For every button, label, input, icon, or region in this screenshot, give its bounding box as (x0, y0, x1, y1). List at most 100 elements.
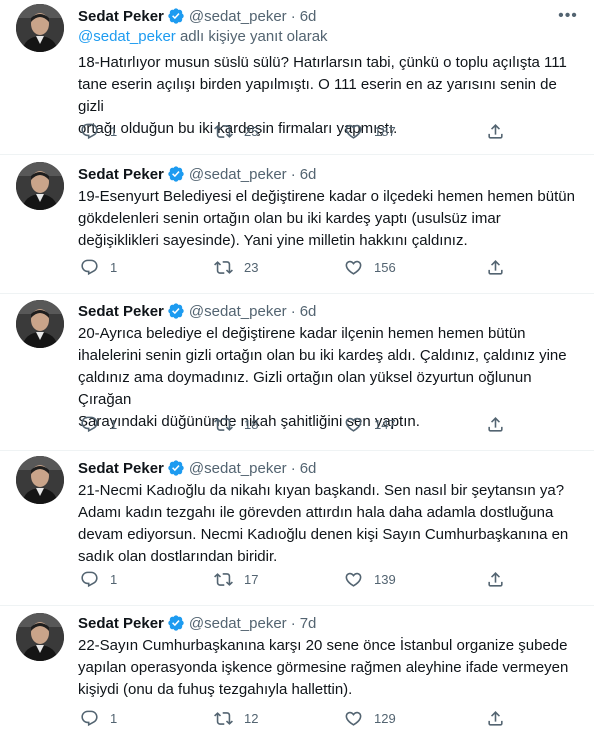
tweet[interactable]: Sedat Peker @sedat_peker · 7d 22-Sayın C… (0, 606, 594, 735)
author-name[interactable]: Sedat Peker (78, 8, 164, 25)
tweet-header: Sedat Peker @sedat_peker · 6d (78, 300, 316, 322)
retweet-button[interactable]: 12 (212, 707, 258, 729)
like-button[interactable]: 139 (342, 568, 396, 590)
reply-button[interactable]: 1 (78, 568, 117, 590)
like-button[interactable]: 156 (342, 256, 396, 278)
separator: · (290, 7, 296, 25)
share-button[interactable] (484, 707, 506, 729)
tweet[interactable]: Sedat Peker @sedat_peker · 6d 19-Esenyur… (0, 155, 594, 294)
retweet-button[interactable]: 23 (212, 256, 258, 278)
heart-icon (342, 256, 364, 278)
separator: · (290, 459, 296, 477)
retweet-count: 12 (244, 710, 259, 726)
author-name[interactable]: Sedat Peker (78, 460, 164, 477)
heart-icon (342, 568, 364, 590)
tweet-actions: 1 25 187 (72, 119, 512, 143)
tweet[interactable]: Sedat Peker @sedat_peker · 6d ••• @sedat… (0, 0, 594, 155)
avatar[interactable] (16, 4, 64, 52)
share-icon (484, 256, 506, 278)
reply-button[interactable]: 1 (78, 120, 117, 142)
reply-count: 1 (110, 416, 118, 432)
tweet[interactable]: Sedat Peker @sedat_peker · 6d 21-Necmi K… (0, 451, 594, 606)
verified-badge-icon (167, 302, 185, 320)
share-icon (484, 413, 506, 435)
avatar[interactable] (16, 300, 64, 348)
author-handle[interactable]: @sedat_peker (189, 303, 287, 320)
verified-badge-icon (167, 614, 185, 632)
tweet-actions: 1 18 147 (72, 412, 512, 436)
avatar[interactable] (16, 613, 64, 661)
author-handle[interactable]: @sedat_peker (189, 166, 287, 183)
avatar[interactable] (16, 162, 64, 210)
reply-count: 1 (110, 123, 118, 139)
author-name[interactable]: Sedat Peker (78, 303, 164, 320)
verified-badge-icon (167, 459, 185, 477)
tweet-actions: 1 12 129 (72, 706, 512, 730)
like-button[interactable]: 147 (342, 413, 396, 435)
tweet[interactable]: Sedat Peker @sedat_peker · 6d 20-Ayrıca … (0, 294, 594, 451)
separator: · (290, 302, 296, 320)
avatar[interactable] (16, 456, 64, 504)
retweet-icon (212, 568, 234, 590)
author-handle[interactable]: @sedat_peker (189, 460, 287, 477)
share-icon (484, 120, 506, 142)
author-handle[interactable]: @sedat_peker (189, 8, 287, 25)
reply-button[interactable]: 1 (78, 707, 117, 729)
retweet-count: 17 (244, 571, 259, 587)
share-button[interactable] (484, 568, 506, 590)
share-button[interactable] (484, 413, 506, 435)
like-count: 147 (374, 416, 396, 432)
share-button[interactable] (484, 120, 506, 142)
like-count: 156 (374, 259, 396, 275)
share-icon (484, 707, 506, 729)
retweet-icon (212, 707, 234, 729)
reply-icon (78, 707, 100, 729)
like-count: 187 (374, 123, 396, 139)
retweet-icon (212, 120, 234, 142)
like-button[interactable]: 129 (342, 707, 396, 729)
reply-mention-link[interactable]: @sedat_peker (78, 28, 176, 45)
retweet-button[interactable]: 25 (212, 120, 258, 142)
retweet-button[interactable]: 18 (212, 413, 258, 435)
timestamp[interactable]: 6d (300, 8, 317, 25)
author-name[interactable]: Sedat Peker (78, 615, 164, 632)
like-count: 139 (374, 571, 396, 587)
tweet-header: Sedat Peker @sedat_peker · 7d (78, 612, 316, 634)
heart-icon (342, 413, 364, 435)
tweet-header: Sedat Peker @sedat_peker · 6d (78, 457, 316, 479)
timestamp[interactable]: 7d (300, 615, 317, 632)
more-options-icon[interactable]: ••• (556, 5, 580, 27)
author-name[interactable]: Sedat Peker (78, 166, 164, 183)
retweet-button[interactable]: 17 (212, 568, 258, 590)
reply-button[interactable]: 1 (78, 413, 117, 435)
verified-badge-icon (167, 7, 185, 25)
tweet-text: 22-Sayın Cumhurbaşkanına karşı 20 sene ö… (78, 637, 569, 698)
tweet-header: Sedat Peker @sedat_peker · 6d (78, 163, 316, 185)
reply-icon (78, 413, 100, 435)
reply-count: 1 (110, 571, 118, 587)
heart-icon (342, 120, 364, 142)
timestamp[interactable]: 6d (300, 303, 317, 320)
share-icon (484, 568, 506, 590)
reply-count: 1 (110, 259, 118, 275)
tweet-actions: 1 23 156 (72, 255, 512, 279)
share-button[interactable] (484, 256, 506, 278)
reply-button[interactable]: 1 (78, 256, 117, 278)
like-count: 129 (374, 710, 396, 726)
timestamp[interactable]: 6d (300, 460, 317, 477)
author-handle[interactable]: @sedat_peker (189, 615, 287, 632)
like-button[interactable]: 187 (342, 120, 396, 142)
separator: · (290, 165, 296, 183)
retweet-count: 25 (244, 123, 259, 139)
tweet-actions: 1 17 139 (72, 567, 512, 591)
reply-context-text: adlı kişiye yanıt olarak (175, 28, 328, 45)
reply-icon (78, 568, 100, 590)
tweet-text: 19-Esenyurt Belediyesi el değiştirene ka… (78, 188, 575, 249)
reply-icon (78, 120, 100, 142)
retweet-count: 23 (244, 259, 259, 275)
retweet-icon (212, 256, 234, 278)
timestamp[interactable]: 6d (300, 166, 317, 183)
separator: · (290, 614, 296, 632)
retweet-count: 18 (244, 416, 259, 432)
reply-icon (78, 256, 100, 278)
